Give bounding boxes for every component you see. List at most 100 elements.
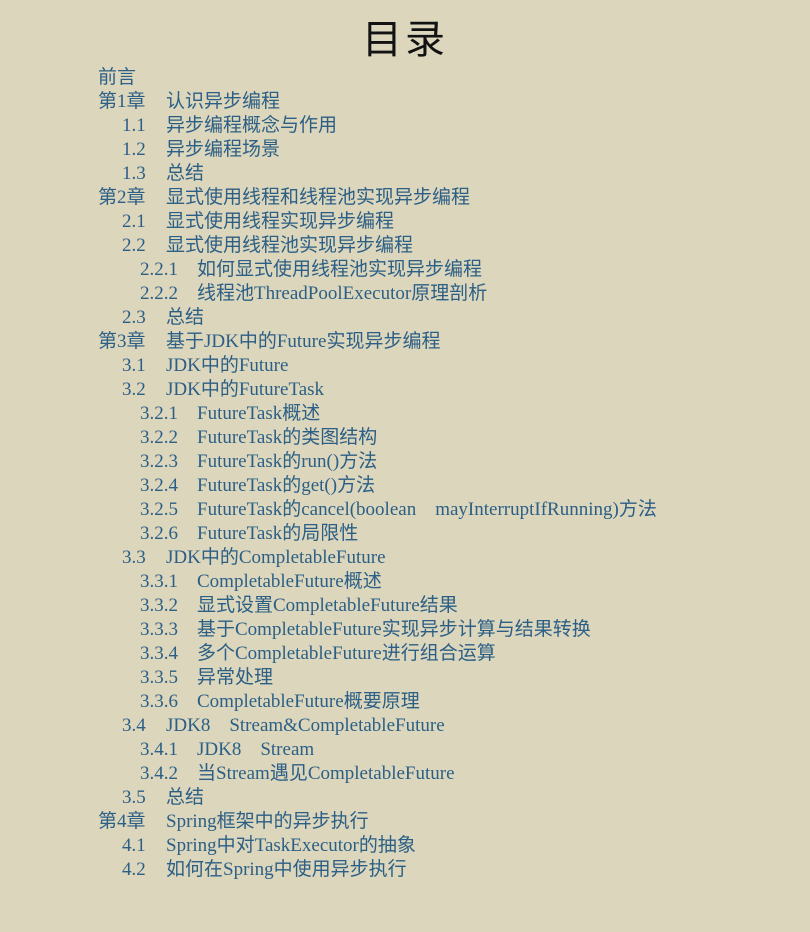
toc-entry-number: 3.3.5 [140, 667, 178, 688]
toc-entry-number: 3.4 [122, 715, 146, 736]
toc-entry-label: 异常处理 [197, 667, 274, 688]
toc-entry-number: 3.1 [122, 355, 146, 376]
toc-entry-number: 3.3.1 [140, 571, 178, 592]
toc-entry[interactable]: 3.3.5 异常处理 [0, 666, 810, 690]
toc-entry-label: 基于JDK中的Future实现异步编程 [166, 331, 441, 352]
toc-entry-number: 3.3.3 [140, 619, 178, 640]
toc-entry[interactable]: 2.2 显式使用线程池实现异步编程 [0, 234, 810, 258]
toc-entry-label: Spring框架中的异步执行 [166, 811, 369, 832]
toc-page: 目录 前言 第1章 认识异步编程 1.1 异步编程概念与作用 1.2 异步编程场景 1.3 总结… [0, 0, 810, 932]
toc-entry[interactable]: 3.2.1 FutureTask概述 [0, 402, 810, 426]
toc-entry[interactable]: 3.2.5 FutureTask的cancel(boolean mayInterr… [0, 498, 810, 522]
toc-entry-label: FutureTask的run()方法 [197, 451, 378, 472]
toc-entry-number: 1.1 [122, 115, 146, 136]
toc-entry-label: CompletableFuture概要原理 [197, 691, 420, 712]
toc-entry[interactable]: 3.3 JDK中的CompletableFuture [0, 546, 810, 570]
toc-entry-label: 异步编程概念与作用 [166, 115, 338, 136]
toc-entry-label: FutureTask的get()方法 [197, 475, 376, 496]
toc-entry-label: JDK中的CompletableFuture [166, 547, 386, 568]
toc-entry-number: 第2章 [98, 187, 146, 208]
toc-entry-label: JDK8 Stream [197, 739, 315, 760]
toc-entry-number: 3.2.1 [140, 403, 178, 424]
toc-entry-label: 显式使用线程池实现异步编程 [166, 235, 414, 256]
toc-entry[interactable]: 3.3.1 CompletableFuture概述 [0, 570, 810, 594]
toc-entry-number: 3.2.3 [140, 451, 178, 472]
toc-entry-label: Spring中对TaskExecutor的抽象 [166, 835, 416, 856]
toc-entry-number: 3.3.2 [140, 595, 178, 616]
toc-entry-number: 4.1 [122, 835, 146, 856]
toc-entry[interactable]: 3.5 总结 [0, 786, 810, 810]
toc-entry[interactable]: 4.2 如何在Spring中使用异步执行 [0, 858, 810, 882]
toc-entry-number: 第4章 [98, 811, 146, 832]
toc-entry-label: 总结 [166, 163, 205, 184]
toc-entry-label: FutureTask的cancel(boolean mayInterruptIf… [197, 499, 657, 520]
toc-entry[interactable]: 3.4.2 当Stream遇见CompletableFuture [0, 762, 810, 786]
toc-entry[interactable]: 3.2.4 FutureTask的get()方法 [0, 474, 810, 498]
toc-entry-number: 2.3 [122, 307, 146, 328]
toc-entry-label: FutureTask的类图结构 [197, 427, 378, 448]
toc-entry[interactable]: 第1章 认识异步编程 [0, 90, 810, 114]
toc-entry-number: 1.3 [122, 163, 146, 184]
toc-entry-label: 显式设置CompletableFuture结果 [197, 595, 458, 616]
toc-entry[interactable]: 3.1 JDK中的Future [0, 354, 810, 378]
toc-entry[interactable]: 2.1 显式使用线程实现异步编程 [0, 210, 810, 234]
toc-entry[interactable]: 第4章 Spring框架中的异步执行 [0, 810, 810, 834]
toc-entry-number: 3.3 [122, 547, 146, 568]
toc-entry-label: 异步编程场景 [166, 139, 281, 160]
toc-entry[interactable]: 3.4.1 JDK8 Stream [0, 738, 810, 762]
toc-entry[interactable]: 4.1 Spring中对TaskExecutor的抽象 [0, 834, 810, 858]
toc-entry[interactable]: 第2章 显式使用线程和线程池实现异步编程 [0, 186, 810, 210]
toc-entry-label: 线程池ThreadPoolExecutor原理剖析 [197, 283, 488, 304]
toc-entry[interactable]: 1.1 异步编程概念与作用 [0, 114, 810, 138]
toc-entry-label: 如何在Spring中使用异步执行 [166, 859, 407, 880]
toc-entry-label: JDK中的FutureTask [166, 379, 325, 400]
toc-entry[interactable]: 2.2.1 如何显式使用线程池实现异步编程 [0, 258, 810, 282]
toc-entry[interactable]: 2.2.2 线程池ThreadPoolExecutor原理剖析 [0, 282, 810, 306]
toc-entry-label: CompletableFuture概述 [197, 571, 382, 592]
toc-entry-number: 3.5 [122, 787, 146, 808]
toc-entry[interactable]: 3.2.6 FutureTask的局限性 [0, 522, 810, 546]
toc-entry-label: 多个CompletableFuture进行组合运算 [197, 643, 496, 664]
toc-entry-number: 1.2 [122, 139, 146, 160]
toc-entry-label: 显式使用线程实现异步编程 [166, 211, 395, 232]
toc-entry-number: 4.2 [122, 859, 146, 880]
toc-entry-number: 3.4.2 [140, 763, 178, 784]
toc-entry[interactable]: 3.2.3 FutureTask的run()方法 [0, 450, 810, 474]
toc-entry[interactable]: 3.2 JDK中的FutureTask [0, 378, 810, 402]
toc-entry-number: 3.2.2 [140, 427, 178, 448]
table-of-contents: 前言 第1章 认识异步编程 1.1 异步编程概念与作用 1.2 异步编程场景 1.3 总结 第2章… [0, 66, 810, 882]
toc-entry-label: 总结 [166, 307, 205, 328]
toc-entry-label: JDK8 Stream&CompletableFuture [166, 715, 445, 736]
toc-entry-label: 当Stream遇见CompletableFuture [197, 763, 455, 784]
toc-entry[interactable]: 3.3.2 显式设置CompletableFuture结果 [0, 594, 810, 618]
toc-entry-number: 2.2 [122, 235, 146, 256]
toc-entry[interactable]: 3.3.6 CompletableFuture概要原理 [0, 690, 810, 714]
toc-entry[interactable]: 1.3 总结 [0, 162, 810, 186]
page-title: 目录 [362, 17, 448, 62]
toc-entry[interactable]: 第3章 基于JDK中的Future实现异步编程 [0, 330, 810, 354]
toc-entry[interactable]: 前言 [0, 66, 810, 90]
toc-entry-label: FutureTask的局限性 [197, 523, 359, 544]
toc-entry[interactable]: 3.3.4 多个CompletableFuture进行组合运算 [0, 642, 810, 666]
toc-entry-label: 前言 [98, 67, 137, 88]
toc-entry-number: 3.3.6 [140, 691, 178, 712]
toc-entry-label: 如何显式使用线程池实现异步编程 [197, 259, 483, 280]
toc-entry-number: 3.3.4 [140, 643, 178, 664]
toc-entry-number: 第1章 [98, 91, 146, 112]
toc-entry-label: 基于CompletableFuture实现异步计算与结果转换 [197, 619, 591, 640]
toc-entry-number: 3.2.6 [140, 523, 178, 544]
toc-entry-label: 认识异步编程 [166, 91, 281, 112]
toc-entry-number: 3.4.1 [140, 739, 178, 760]
toc-entry-number: 2.1 [122, 211, 146, 232]
toc-entry-label: JDK中的Future [166, 355, 289, 376]
toc-entry[interactable]: 3.4 JDK8 Stream&CompletableFuture [0, 714, 810, 738]
toc-entry[interactable]: 2.3 总结 [0, 306, 810, 330]
toc-entry[interactable]: 3.3.3 基于CompletableFuture实现异步计算与结果转换 [0, 618, 810, 642]
toc-entry-label: FutureTask概述 [197, 403, 321, 424]
toc-entry-number: 2.2.2 [140, 283, 178, 304]
toc-entry[interactable]: 1.2 异步编程场景 [0, 138, 810, 162]
toc-entry-number: 3.2.5 [140, 499, 178, 520]
toc-entry[interactable]: 3.2.2 FutureTask的类图结构 [0, 426, 810, 450]
toc-entry-number: 3.2.4 [140, 475, 178, 496]
toc-entry-number: 3.2 [122, 379, 146, 400]
